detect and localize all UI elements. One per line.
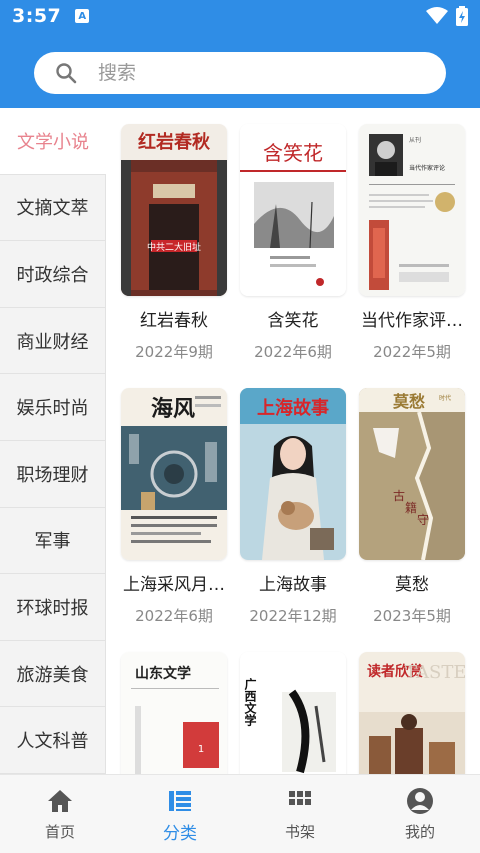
sidebar-item-politics[interactable]: 时政综合 <box>0 241 106 308</box>
svg-text:TASTE: TASTE <box>405 662 465 683</box>
tab-bookshelf[interactable]: 书架 <box>240 775 360 853</box>
cover-heading: 山东文学 <box>135 665 191 682</box>
svg-text:时代: 时代 <box>439 394 451 402</box>
magazine-cover[interactable]: 红岩春秋 中共二大旧址 <box>121 124 227 296</box>
app-notification-icon: A <box>75 9 90 23</box>
wifi-icon <box>426 7 448 24</box>
magazine-title: 上海故事 <box>259 575 327 595</box>
magazine-card[interactable]: 含笑花 含笑花 2022年6期 <box>239 124 347 362</box>
cover-image: 红岩春秋 中共二大旧址 <box>121 124 227 296</box>
magazine-card[interactable]: 海风 上海采风月… 2022年6期 <box>120 388 228 626</box>
tab-category[interactable]: 分类 <box>120 775 240 853</box>
magazine-title: 红岩春秋 <box>140 311 208 331</box>
svg-text:籍: 籍 <box>405 500 417 515</box>
tab-home[interactable]: 首页 <box>0 775 120 853</box>
sidebar-item-literature[interactable]: 文学小说 <box>0 108 106 175</box>
cover-heading: 海风 <box>151 396 195 422</box>
status-bar: 3:57 A <box>0 0 480 32</box>
bottom-tab-bar: 首页 分类 书架 我的 <box>0 774 480 853</box>
cover-image: 莫愁 时代 古 籍 守 <box>359 388 465 560</box>
magazine-title: 当代作家评… <box>361 311 463 331</box>
magazine-date: 2022年5期 <box>373 343 451 361</box>
cover-image: 读者欣赏 TASTE <box>359 652 465 774</box>
sidebar-item-science[interactable]: 人文科普 <box>0 707 106 774</box>
sidebar-item-fashion[interactable]: 娱乐时尚 <box>0 374 106 441</box>
cover-heading: 上海故事 <box>257 397 329 419</box>
cover-image: 山东文学 1 <box>121 652 227 774</box>
status-time: 3:57 <box>12 5 62 27</box>
search-icon <box>56 63 77 84</box>
magazine-cover[interactable]: 含笑花 <box>240 124 346 296</box>
cover-heading: 广西文学 <box>243 677 257 727</box>
magazine-card[interactable]: 读者欣赏 TASTE <box>358 652 466 774</box>
magazine-title: 含笑花 <box>267 311 319 331</box>
tab-label: 首页 <box>44 823 75 841</box>
magazine-card[interactable]: 红岩春秋 中共二大旧址 红岩春秋 2022年9期 <box>120 124 228 362</box>
magazine-date: 2022年12期 <box>249 607 337 625</box>
svg-text:守: 守 <box>417 513 429 527</box>
grid-icon <box>289 791 311 805</box>
magazine-cover[interactable]: 从刊 当代作家评论 <box>359 124 465 296</box>
magazine-card[interactable]: 山东文学 1 <box>120 652 228 774</box>
cover-image: 海风 <box>121 388 227 560</box>
battery-icon <box>456 6 468 26</box>
sidebar-item-business[interactable]: 商业财经 <box>0 307 106 375</box>
svg-text:1: 1 <box>198 744 204 755</box>
magazine-title: 莫愁 <box>395 575 429 595</box>
magazine-card[interactable]: 从刊 当代作家评论 当代作家评… 2022年5期 <box>358 124 466 362</box>
tab-profile[interactable]: 我的 <box>360 775 480 853</box>
header <box>0 32 480 108</box>
magazine-cover[interactable]: 读者欣赏 TASTE <box>359 652 465 774</box>
cover-image: 广西文学 <box>240 652 346 774</box>
svg-text:从刊: 从刊 <box>409 136 421 144</box>
magazine-title: 上海采风月… <box>123 575 225 595</box>
magazine-cover[interactable]: 莫愁 时代 古 籍 守 <box>359 388 465 560</box>
magazine-cover[interactable]: 山东文学 1 <box>121 652 227 774</box>
tab-label: 我的 <box>404 823 435 841</box>
cover-heading: 含笑花 <box>263 141 323 165</box>
sidebar-item-military[interactable]: 军事 <box>0 507 106 575</box>
tab-label: 分类 <box>163 824 197 844</box>
sidebar-item-travel-food[interactable]: 旅游美食 <box>0 640 106 708</box>
cover-heading: 红岩春秋 <box>138 131 211 153</box>
sidebar-item-career[interactable]: 职场理财 <box>0 440 106 508</box>
tab-label: 书架 <box>284 823 315 841</box>
magazine-date: 2022年9期 <box>135 343 213 361</box>
sidebar-item-digest[interactable]: 文摘文萃 <box>0 174 106 242</box>
cover-heading: 莫愁 <box>392 392 425 411</box>
sidebar-item-global-times[interactable]: 环球时报 <box>0 574 106 641</box>
status-icons <box>426 6 468 26</box>
category-icon <box>169 791 191 811</box>
magazine-date: 2022年6期 <box>135 607 213 625</box>
cover-image: 从刊 当代作家评论 <box>359 124 465 296</box>
svg-text:古: 古 <box>393 488 405 503</box>
magazine-grid: 红岩春秋 中共二大旧址 红岩春秋 2022年9期 含笑花 含笑花 2022年6期… <box>106 108 480 774</box>
search-box[interactable] <box>34 52 446 94</box>
magazine-cover[interactable]: 广西文学 <box>240 652 346 774</box>
magazine-card[interactable]: 上海故事 上海故事 2022年12期 <box>239 388 347 626</box>
cover-heading: 当代作家评论 <box>409 164 445 172</box>
magazine-card[interactable]: 莫愁 时代 古 籍 守 莫愁 2023年5期 <box>358 388 466 626</box>
search-input[interactable] <box>98 62 398 84</box>
cover-image: 含笑花 <box>240 124 346 296</box>
cover-caption: 中共二大旧址 <box>147 241 201 253</box>
user-icon <box>407 788 433 814</box>
magazine-card[interactable]: 广西文学 <box>239 652 347 774</box>
category-sidebar: 文学小说 文摘文萃 时政综合 商业财经 娱乐时尚 职场理财 军事 环球时报 旅游… <box>0 108 106 774</box>
magazine-date: 2023年5期 <box>373 607 451 625</box>
magazine-cover[interactable]: 海风 <box>121 388 227 560</box>
cover-image: 上海故事 <box>240 388 346 560</box>
magazine-date: 2022年6期 <box>254 343 332 361</box>
magazine-cover[interactable]: 上海故事 <box>240 388 346 560</box>
home-icon <box>48 790 72 812</box>
